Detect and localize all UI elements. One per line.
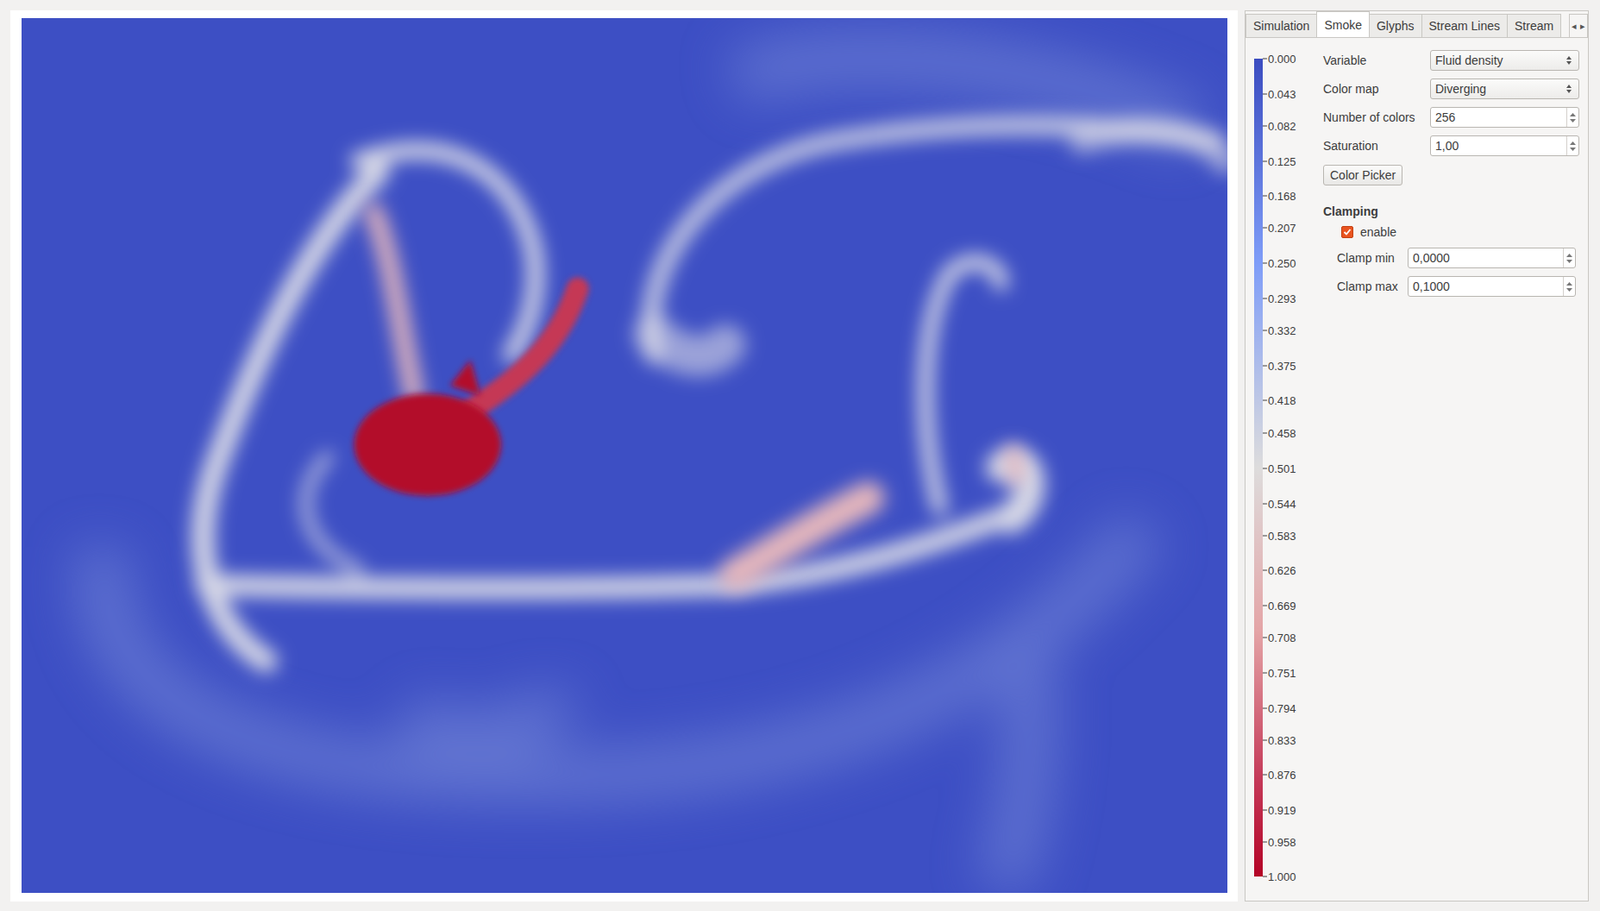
legend-tick: 0.544 [1262,496,1297,510]
legend-tick: 0.958 [1262,835,1297,849]
spin-field[interactable]: 0,0000 [1407,247,1576,269]
field-label: Clamp min [1336,250,1408,265]
app-window: SimulationSmokeGlyphsStream LinesStream◂… [0,0,1600,911]
smoke-field [21,18,1228,893]
legend-tick: 0.751 [1262,665,1297,679]
tab-scroll: ◂▸ [1568,13,1588,38]
field-label: Color map [1323,81,1431,96]
legend-tick: 0.833 [1262,733,1297,747]
clamping-title: Clamping [1323,204,1580,219]
visualization-canvas[interactable] [21,18,1228,893]
tab[interactable]: Simulation [1245,13,1318,38]
dropdown-arrows-icon [1562,82,1575,95]
spin-up-icon[interactable] [1569,141,1576,145]
tab[interactable]: Smoke [1316,11,1370,38]
smoke-settings: VariableFluid density Color mapDiverging N… [1323,50,1580,901]
checkbox[interactable] [1341,225,1354,239]
dropdown-arrows-icon [1562,54,1575,67]
spin-up-icon[interactable] [1566,253,1573,258]
legend-color-bar [1254,58,1263,877]
legend-tick: 0.919 [1262,803,1297,817]
legend-tick: 0.794 [1262,701,1297,715]
view-frame [10,10,1238,902]
control-panel: SimulationSmokeGlyphsStream LinesStream◂… [1244,10,1589,902]
select-field[interactable]: Diverging [1430,78,1580,100]
spin-field[interactable]: 0,1000 [1407,276,1576,297]
select-field[interactable]: Fluid density [1430,50,1580,71]
spin-up-icon[interactable] [1566,282,1573,286]
field-label: Variable [1323,53,1431,68]
legend-tick: 0.125 [1262,154,1297,168]
color-legend: 0.000 0.043 0.082 0.125 0.168 0.207 0.250 0.293… [1254,50,1317,901]
legend-tick: 0.250 [1262,257,1297,270]
tab[interactable]: Glyphs [1368,13,1423,38]
legend-tick: 0.501 [1262,461,1297,475]
tab[interactable]: Stream Lines [1421,13,1508,38]
spin-down-icon[interactable] [1566,288,1573,292]
legend-tick: 0.043 [1262,87,1297,101]
settings-fields: VariableFluid density Color mapDiverging N… [1323,50,1580,157]
legend-tick: 0.168 [1262,189,1297,203]
legend-tick: 0.332 [1262,323,1297,337]
tab-content: 0.000 0.043 0.082 0.125 0.168 0.207 0.250 0.293… [1245,37,1588,901]
legend-tick: 0.583 [1262,528,1297,542]
color-picker-button[interactable]: Color Picker [1323,164,1403,186]
spin-down-icon[interactable] [1569,119,1576,123]
check-icon [1342,227,1352,237]
legend-tick: 0.458 [1262,426,1297,440]
legend-tick: 0.375 [1262,358,1297,372]
tab[interactable]: Stream [1506,13,1562,38]
tab-bar: SimulationSmokeGlyphsStream LinesStream◂… [1245,11,1588,38]
legend-tick: 0.669 [1262,599,1297,613]
legend-tick: 0.876 [1262,768,1297,782]
legend-tick: 0.207 [1262,221,1297,235]
spin-up-icon[interactable] [1569,112,1576,117]
legend-tick: 0.626 [1262,564,1297,578]
clamp-fields: Clamp min0,0000 Clamp max0,1000 [1336,247,1580,297]
enable-checkbox-row[interactable]: enable [1341,225,1580,239]
tab-scroll-button[interactable]: ◂ [1569,20,1579,32]
spin-field[interactable]: 1,00 [1430,135,1580,157]
legend-ticks: 0.0000.0430.0820.1250.1680.2070.2500.293… [1262,58,1317,877]
field-label: Saturation [1323,138,1431,153]
spin-down-icon[interactable] [1566,259,1573,264]
tab-scroll-button[interactable]: ▸ [1578,20,1588,32]
legend-tick: 1.000 [1262,870,1297,884]
legend-tick: 0.000 [1262,52,1297,66]
legend-tick: 0.082 [1262,119,1297,132]
spin-field[interactable]: 256 [1430,106,1580,128]
field-label: Number of colors [1323,110,1431,125]
legend-tick: 0.293 [1262,291,1297,305]
field-label: Clamp max [1336,279,1408,294]
spin-down-icon[interactable] [1569,147,1576,151]
legend-tick: 0.418 [1262,394,1297,408]
legend-tick: 0.708 [1262,631,1297,645]
